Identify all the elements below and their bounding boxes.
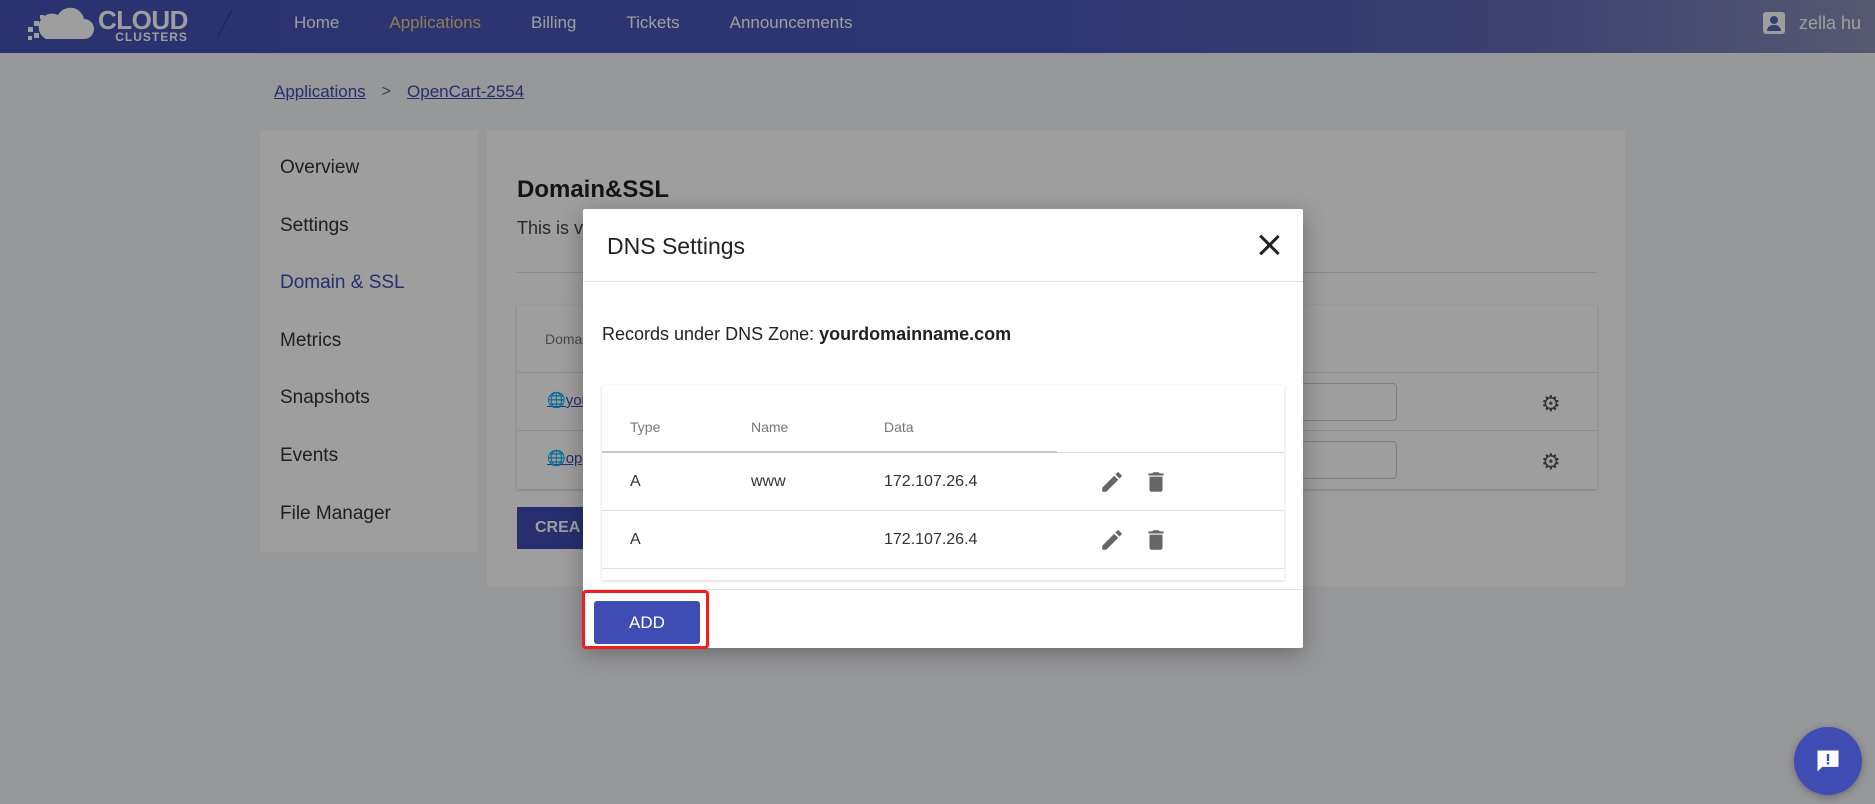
record-type: A <box>630 473 641 490</box>
record-name: www <box>751 473 786 490</box>
table-row: A www 172.107.26.4 <box>602 453 1284 511</box>
dns-zone-name: yourdomainname.com <box>819 324 1012 344</box>
close-icon[interactable] <box>1255 231 1283 259</box>
delete-icon[interactable] <box>1143 469 1169 495</box>
dialog-header: DNS Settings <box>583 209 1303 282</box>
delete-icon[interactable] <box>1143 527 1169 553</box>
edit-icon[interactable] <box>1099 469 1125 495</box>
dns-records-table: Type Name Data A www 172.107.26.4 A 172.… <box>602 385 1284 580</box>
dialog-title: DNS Settings <box>607 233 746 259</box>
column-header-type: Type <box>630 419 661 435</box>
dns-settings-dialog: DNS Settings Records under DNS Zone: you… <box>582 209 1303 649</box>
record-data: 172.107.26.4 <box>884 473 978 490</box>
dns-zone-label: Records under DNS Zone: yourdomainname.c… <box>602 324 1012 344</box>
record-data: 172.107.26.4 <box>884 531 978 548</box>
column-header-data: Data <box>884 419 914 435</box>
chat-button[interactable] <box>1794 727 1862 795</box>
add-button-highlight: ADD <box>582 590 709 649</box>
record-type: A <box>630 531 641 548</box>
edit-icon[interactable] <box>1099 527 1125 553</box>
add-record-button[interactable]: ADD <box>594 601 700 644</box>
chat-icon <box>1817 750 1839 772</box>
column-header-name: Name <box>751 419 789 435</box>
table-row: A 172.107.26.4 <box>602 511 1284 569</box>
